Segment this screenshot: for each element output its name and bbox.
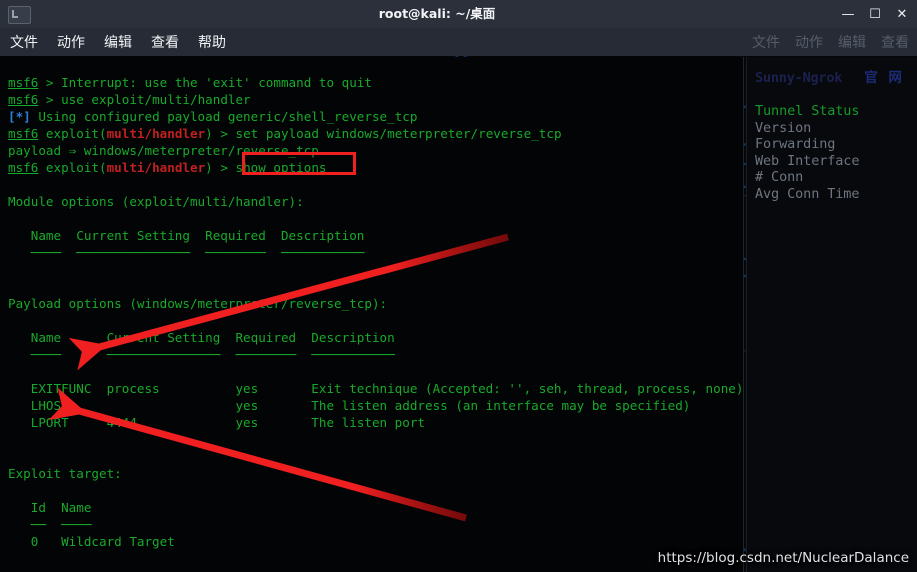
terminal-right-border xyxy=(743,57,744,572)
terminal-text: > use exploit/multi/handler xyxy=(38,92,251,107)
stat-version: Version xyxy=(755,119,812,136)
terminal-text: Name Current Setting Required Descriptio… xyxy=(8,330,395,345)
module-name: multi/handler xyxy=(106,126,206,141)
background-window-menubar: 文件 动作 编辑 查看 xyxy=(744,28,917,56)
terminal-text: ) > set payload windows/meterpreter/reve… xyxy=(205,126,562,141)
terminal-line: Module options (exploit/multi/handler): xyxy=(8,193,743,210)
prompt-msf6: msf6 xyxy=(8,160,39,175)
terminal-line: Exploit target: xyxy=(8,465,743,482)
bg-menu-file[interactable]: 文件 xyxy=(752,32,780,52)
terminal-text: ──── ─────────────── ──────── ──────────… xyxy=(8,347,395,362)
prompt-msf6: msf6 xyxy=(8,75,39,90)
stat-forwarding: Forwarding xyxy=(755,136,836,153)
terminal-text: > Interrupt: use the 'exit' command to q… xyxy=(38,75,372,90)
blog-watermark: https://blog.csdn.net/NuclearDalance xyxy=(657,550,909,566)
terminal-line: Id Name xyxy=(8,499,743,516)
terminal-line: ──── ─────────────── ──────── ──────────… xyxy=(8,346,743,363)
terminal-line: Name Current Setting Required Descriptio… xyxy=(8,227,743,244)
terminal-text: Using configured payload generic/shell_r… xyxy=(30,109,418,124)
terminal-text: exploit( xyxy=(38,160,107,175)
terminal-line: [*] Using configured payload generic/she… xyxy=(8,108,743,125)
bg-menu-view[interactable]: 查看 xyxy=(881,32,909,52)
sunny-ngrok-header: Sunny-Ngrok 官 网 xyxy=(755,66,917,86)
terminal-text: ──── ─────────────── ──────── ──────────… xyxy=(8,245,365,260)
window-titlebar[interactable]: root@kali: ~/桌面 — ☐ ✕ xyxy=(0,0,917,28)
terminal-line: msf6 > Interrupt: use the 'exit' command… xyxy=(8,74,743,91)
sunny-ngrok-official-link[interactable]: 官 网 xyxy=(864,66,905,86)
terminal-text: Name Current Setting Required Descriptio… xyxy=(8,228,365,243)
terminal-line: ──── ─────────────── ──────── ──────────… xyxy=(8,244,743,261)
terminal-text: Id Name xyxy=(8,500,92,515)
terminal-text: Payload options (windows/meterpreter/rev… xyxy=(8,296,388,311)
menu-edit[interactable]: 编辑 xyxy=(104,32,132,52)
stat-conn-count: # Conn xyxy=(755,169,804,186)
minimize-button[interactable]: — xyxy=(841,7,855,22)
terminal-text: exploit( xyxy=(38,126,107,141)
terminal-line: msf6 exploit(multi/handler) > set payloa… xyxy=(8,125,743,142)
terminal-text: Module options (exploit/multi/handler): xyxy=(8,194,304,209)
stat-web-interface: Web Interface xyxy=(755,152,860,169)
terminal-line: 0 Wildcard Target xyxy=(8,533,743,550)
terminal-line: payload ⇒ windows/meterpreter/reverse_tc… xyxy=(8,142,743,159)
terminal-line: Payload options (windows/meterpreter/rev… xyxy=(8,295,743,312)
terminal-window[interactable]: msf6 > Interrupt: use the 'exit' command… xyxy=(0,0,745,572)
stat-avg-conn-time: Avg Conn Time xyxy=(755,185,860,202)
terminal-line: LHOST yes The listen address (an interfa… xyxy=(8,397,743,414)
menu-view[interactable]: 查看 xyxy=(151,32,179,52)
terminal-line: ── ──── xyxy=(8,516,743,533)
terminal-text: 0 Wildcard Target xyxy=(8,534,175,549)
terminal-line: msf6 exploit(multi/handler) > show optio… xyxy=(8,159,743,176)
window-title: root@kali: ~/桌面 xyxy=(378,6,496,21)
window-controls[interactable]: — ☐ ✕ xyxy=(841,0,909,28)
terminal-line: msf6 > use exploit/multi/handler xyxy=(8,91,743,108)
info-marker: [*] xyxy=(8,109,31,124)
terminal-line: LPORT 4444 yes The listen port xyxy=(8,414,743,431)
stat-tunnel-status: Tunnel Status xyxy=(755,103,860,119)
bg-menu-action[interactable]: 动作 xyxy=(795,32,823,52)
prompt-msf6: msf6 xyxy=(8,92,39,107)
sunny-ngrok-title: Sunny-Ngrok xyxy=(755,70,843,86)
terminal-line: EXITFUNC process yes Exit technique (Acc… xyxy=(8,380,744,397)
window-menubar[interactable]: 文件 动作 编辑 查看 帮助 xyxy=(0,28,745,56)
prompt-msf6: msf6 xyxy=(8,126,39,141)
terminal-line: Name Current Setting Required Descriptio… xyxy=(8,329,743,346)
menu-help[interactable]: 帮助 xyxy=(198,32,226,52)
bg-menu-edit[interactable]: 编辑 xyxy=(838,32,866,52)
terminal-text: EXITFUNC process yes Exit technique (Acc… xyxy=(8,381,744,396)
terminal-content-area[interactable]: msf6 > Interrupt: use the 'exit' command… xyxy=(0,57,744,572)
terminal-console-output: msf6 > Interrupt: use the 'exit' command… xyxy=(8,74,743,572)
menu-file[interactable]: 文件 xyxy=(10,32,38,52)
background-window-content: Sunny-Ngrok 官 网 Tunnel Status Version Fo… xyxy=(746,57,917,572)
background-window-sunny-ngrok[interactable]: — ☐ ✕ 文件 动作 编辑 查看 Sunny-Ngrok 官 网 Tunnel… xyxy=(744,0,917,572)
terminal-text: Exploit target: xyxy=(8,466,122,481)
annotation-highlight-box-show-options xyxy=(242,152,356,175)
terminal-text: LPORT 4444 yes The listen port xyxy=(8,415,426,430)
menu-action[interactable]: 动作 xyxy=(57,32,85,52)
module-name: multi/handler xyxy=(106,160,206,175)
terminal-text: LHOST yes The listen address (an interfa… xyxy=(8,398,691,413)
desktop: — ☐ ✕ 文件 动作 编辑 查看 Sunny-Ngrok 官 网 Tunnel… xyxy=(0,0,917,572)
maximize-button[interactable]: ☐ xyxy=(868,7,882,22)
terminal-text: ── ──── xyxy=(8,517,92,532)
close-button[interactable]: ✕ xyxy=(895,7,909,22)
